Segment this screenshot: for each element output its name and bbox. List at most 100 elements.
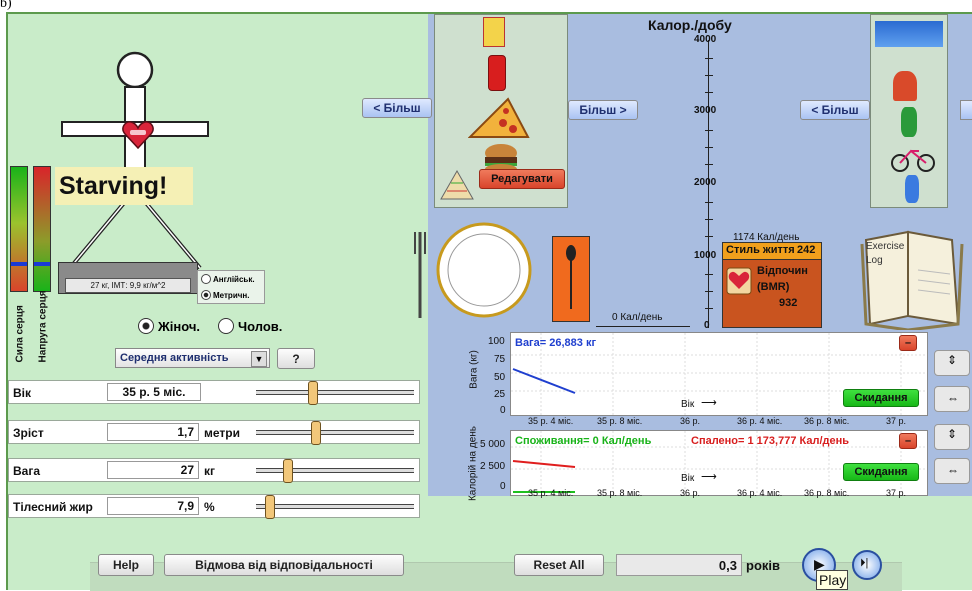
cal-ytick: 2 500 — [480, 461, 506, 472]
lifestyle-title: Стиль життя — [726, 244, 795, 256]
height-slider-thumb[interactable] — [311, 421, 322, 445]
weight-graph-reset-button[interactable]: Скидання — [843, 389, 919, 407]
weight-xtick: 35 р. 4 міс. — [528, 416, 574, 426]
bodyfat-slider-track[interactable] — [256, 504, 414, 509]
plate-calories-label: 0 Кал/день — [612, 312, 663, 323]
swimming-icon[interactable] — [875, 21, 943, 47]
weight-field[interactable]: 27 — [107, 461, 199, 479]
skateboard-icon[interactable] — [901, 107, 917, 137]
lifestyle-value: 242 — [797, 244, 816, 256]
bicycle-icon[interactable] — [891, 141, 935, 173]
radio-unchecked-icon — [201, 274, 211, 284]
height-unit: метри — [204, 426, 240, 440]
zoom-horizontal-icon: ⇔ — [947, 391, 959, 405]
burned-series-line — [512, 460, 576, 468]
age-slider-track[interactable] — [256, 390, 414, 395]
calorie-zoom-vertical[interactable]: ⇕ — [934, 424, 970, 450]
axis-tick — [705, 202, 713, 203]
calorie-zoom-horizontal[interactable]: ⇔ — [934, 458, 970, 484]
arrow-right-icon: ⟶ — [701, 397, 717, 409]
running-icon[interactable] — [905, 175, 919, 203]
height-row: Зріст 1,7 метри — [8, 420, 420, 445]
activity-select[interactable]: Середня активність ▼ — [115, 348, 270, 368]
calorie-graph: Споживання= 0 Кал/день Спалено= 1 173,77… — [510, 430, 928, 496]
axis-tick — [705, 147, 713, 148]
help-button[interactable]: Help — [98, 554, 154, 576]
gender-male-option[interactable]: Чолов. — [218, 318, 282, 334]
chevron-down-icon: ▼ — [251, 351, 267, 367]
weight-graph-y-label: Вага (кг) — [468, 350, 480, 389]
weight-ytick: 25 — [494, 389, 506, 400]
cal-xtick: 36 р. 8 міс. — [804, 488, 850, 498]
napkin — [552, 236, 590, 322]
weight-graph: Вага= 26,883 кг – Скидання Вік ⟶ — [510, 332, 928, 416]
weight-zoom-horizontal[interactable]: ⇔ — [934, 386, 970, 412]
pizza-icon[interactable] — [468, 95, 530, 139]
weight-graph-minimize-button[interactable]: – — [899, 335, 917, 351]
weight-unit: кг — [204, 464, 216, 478]
food-pyramid-icon[interactable] — [439, 167, 475, 201]
weight-zoom-vertical[interactable]: ⇕ — [934, 350, 970, 376]
bodyfat-slider-thumb[interactable] — [265, 495, 276, 519]
height-field[interactable]: 1,7 — [107, 423, 199, 441]
calorie-tick-2000: 2000 — [694, 177, 717, 188]
cola-can-icon[interactable] — [488, 55, 506, 91]
weight-ytick: 50 — [494, 372, 506, 383]
activity-value: Середня активність — [120, 352, 229, 364]
calorie-axis-title: Калор./добу — [648, 17, 732, 33]
age-row: Вік 35 р. 5 міс. — [8, 380, 420, 405]
bodyfat-row: Тілесний жир 7,9 % — [8, 494, 420, 519]
axis-tick — [705, 274, 713, 275]
units-selector: Англійськ. Метричн. — [197, 270, 265, 304]
gender-male-label: Чолов. — [238, 318, 283, 334]
activity-help-button[interactable]: ? — [277, 348, 315, 369]
units-english-label: Англійськ. — [213, 274, 255, 284]
axis-tick — [705, 219, 713, 220]
exercise-more-left-button[interactable]: < Більш — [800, 100, 870, 120]
cal-xtick: 36 р. — [680, 488, 701, 498]
weight-slider-track[interactable] — [256, 468, 414, 473]
stick-figure — [61, 51, 209, 270]
calorie-graph-reset-button[interactable]: Скидання — [843, 463, 919, 481]
units-english-option[interactable]: Англійськ. — [201, 274, 255, 284]
cal-ytick: 5 000 — [480, 439, 506, 450]
weight-slider-thumb[interactable] — [282, 459, 293, 483]
step-icon: ⏵| — [860, 557, 869, 569]
time-unit: років — [746, 558, 780, 573]
bmr-value: 932 — [779, 297, 798, 309]
disclaimer-button[interactable]: Відмова від відповідальності — [164, 554, 404, 576]
axis-tick — [705, 75, 713, 76]
height-slider-track[interactable] — [256, 430, 414, 435]
scale-readout: 27 кг, ІМТ: 9,9 кг/м^2 — [65, 278, 191, 293]
gender-female-label: Жіноч. — [158, 318, 200, 334]
calorie-tick-0: 0 — [704, 320, 710, 331]
reset-all-button[interactable]: Reset All — [514, 554, 604, 576]
weight-row: Вага 27 кг — [8, 458, 420, 483]
time-field[interactable]: 0,3 — [616, 554, 742, 576]
units-metric-option[interactable]: Метричн. — [201, 290, 249, 300]
basketball-icon[interactable] — [893, 71, 917, 101]
radio-checked-icon — [201, 290, 211, 300]
scale: 27 кг, ІМТ: 9,9 кг/м^2 — [58, 262, 198, 294]
bodyfat-field[interactable]: 7,9 — [107, 497, 199, 515]
exercise-more-right-button[interactable] — [960, 100, 972, 120]
heart-strength-label: Сила серця — [14, 305, 26, 363]
age-slider-thumb[interactable] — [307, 381, 318, 405]
food-more-right-button[interactable]: Більш > — [568, 100, 638, 120]
gender-female-option[interactable]: Жіноч. — [138, 318, 200, 334]
food-more-left-button[interactable]: < Більш — [362, 98, 432, 118]
axis-tick — [705, 291, 713, 292]
step-button[interactable]: ⏵| — [852, 550, 882, 580]
exercise-log-book[interactable] — [846, 220, 972, 330]
bmr-label: Відпочин (BMR) — [757, 265, 808, 293]
calorie-graph-y-label: Калорій на день — [467, 425, 479, 502]
calorie-graph-x-label: Вік — [681, 473, 695, 484]
plate-underline — [596, 326, 690, 327]
cereal-box-icon[interactable] — [483, 17, 505, 47]
age-field[interactable]: 35 р. 5 міс. — [107, 383, 201, 401]
edit-food-button[interactable]: Редагувати — [479, 169, 565, 189]
calorie-graph-minimize-button[interactable]: – — [899, 433, 917, 449]
heart-icon[interactable] — [122, 120, 154, 150]
heart-strength-marker — [11, 261, 27, 266]
weight-xtick: 36 р. 8 міс. — [804, 416, 850, 426]
